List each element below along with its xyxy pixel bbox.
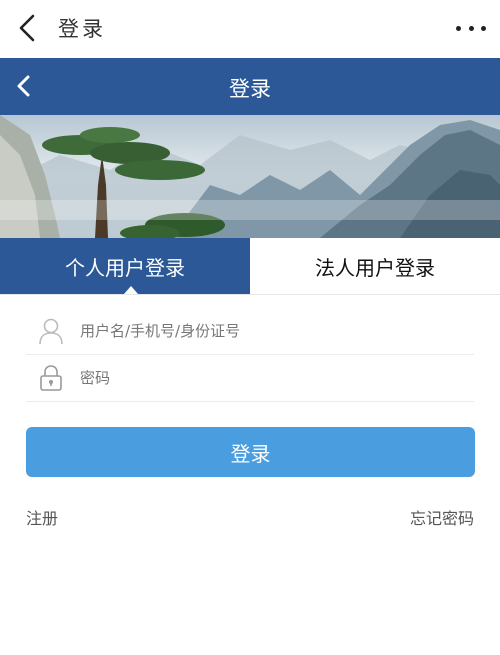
lock-icon	[34, 361, 68, 395]
more-button[interactable]	[456, 18, 486, 38]
top-bar: 登录	[0, 0, 500, 58]
chevron-left-icon	[19, 14, 35, 42]
header-bar: 登录	[0, 58, 500, 115]
login-page: 登录 登录 个人用户登录 法人用户登录 用户名/手机号/身份证号 登录 注册 忘…	[0, 0, 500, 655]
active-tab-indicator	[124, 286, 138, 294]
banner-image	[0, 115, 500, 238]
username-input[interactable]	[78, 315, 462, 347]
register-link[interactable]: 注册	[26, 505, 58, 529]
password-input[interactable]	[78, 362, 462, 394]
window-title: 登录	[58, 17, 106, 41]
tab-corporate-login[interactable]: 法人用户登录	[250, 238, 500, 294]
page-title: 登录	[229, 77, 271, 101]
login-type-tabs: 个人用户登录 法人用户登录	[0, 238, 500, 295]
back-button[interactable]	[12, 12, 42, 44]
login-button[interactable]: 登录	[26, 427, 475, 477]
more-dots-icon	[456, 25, 461, 31]
password-row	[26, 355, 474, 402]
forgot-password-link[interactable]: 忘记密码	[410, 505, 474, 529]
user-icon	[34, 314, 68, 348]
username-row	[26, 308, 474, 355]
